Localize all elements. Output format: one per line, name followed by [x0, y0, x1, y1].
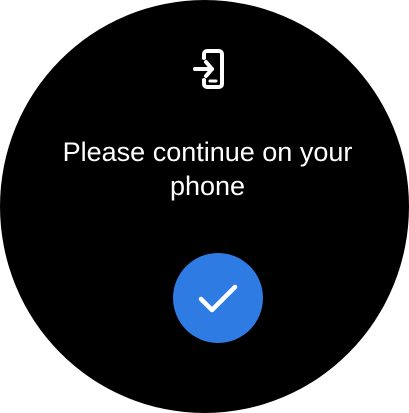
continue-on-phone-message: Please continue on your phone	[62, 137, 353, 201]
confirm-button[interactable]	[173, 253, 263, 343]
phone-login-icon	[192, 48, 226, 90]
watch-screen: Please continue on your phone	[0, 0, 409, 413]
check-icon	[198, 284, 238, 313]
